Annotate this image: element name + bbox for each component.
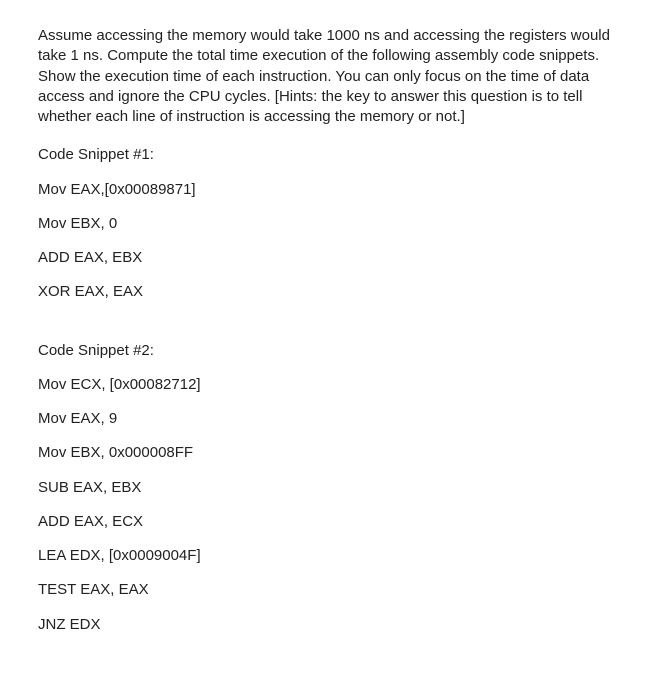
snippet1-line: ADD EAX, EBX — [38, 248, 624, 268]
snippet1-line: XOR EAX, EAX — [38, 282, 624, 302]
snippet2-line: TEST EAX, EAX — [38, 580, 624, 600]
snippet2-line: Mov EAX, 9 — [38, 409, 624, 429]
snippet1-line: Mov EAX,[0x00089871] — [38, 180, 624, 200]
spacer — [38, 317, 624, 337]
snippet1-title: Code Snippet #1: — [38, 145, 624, 165]
snippet2-line: LEA EDX, [0x0009004F] — [38, 546, 624, 566]
snippet2-line: JNZ EDX — [38, 615, 624, 635]
problem-description: Assume accessing the memory would take 1… — [38, 26, 624, 127]
snippet2-line: ADD EAX, ECX — [38, 512, 624, 532]
snippet2-line: SUB EAX, EBX — [38, 478, 624, 498]
snippet2-line: Mov ECX, [0x00082712] — [38, 375, 624, 395]
snippet2-title: Code Snippet #2: — [38, 341, 624, 361]
snippet1-line: Mov EBX, 0 — [38, 214, 624, 234]
snippet2-line: Mov EBX, 0x000008FF — [38, 443, 624, 463]
